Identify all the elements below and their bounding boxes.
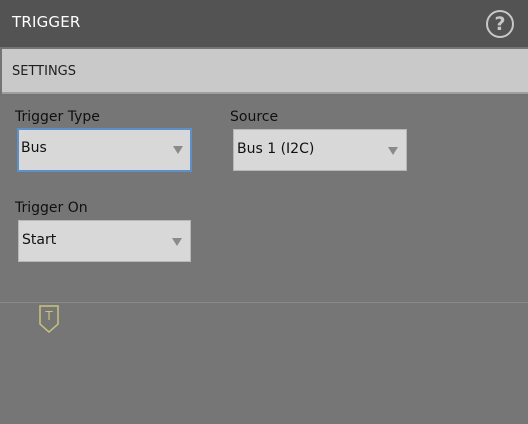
chevron-down-icon (173, 146, 183, 154)
trigger-marker-glyph: T (44, 309, 53, 323)
chevron-down-icon (388, 147, 398, 155)
source-value: Bus 1 (I2C) (237, 141, 315, 157)
page-title: TRIGGER (12, 13, 81, 31)
graticule-line (0, 302, 528, 303)
trigger-type-label: Trigger Type (15, 109, 100, 125)
trigger-level-marker-icon[interactable]: T (38, 304, 60, 334)
trigger-on-dropdown[interactable]: Start (18, 220, 191, 262)
trigger-type-dropdown[interactable]: Bus (17, 128, 192, 172)
title-bar: TRIGGER ? (0, 0, 528, 47)
source-label: Source (230, 109, 279, 125)
chevron-down-icon (172, 238, 182, 246)
help-icon[interactable]: ? (486, 10, 514, 38)
trigger-type-value: Bus (21, 140, 47, 156)
source-dropdown[interactable]: Bus 1 (I2C) (233, 129, 407, 171)
trigger-on-value: Start (22, 232, 57, 248)
settings-label: SETTINGS (12, 64, 77, 79)
settings-section-header[interactable]: SETTINGS (2, 49, 528, 94)
help-glyph: ? (494, 13, 506, 35)
trigger-on-label: Trigger On (15, 200, 88, 216)
